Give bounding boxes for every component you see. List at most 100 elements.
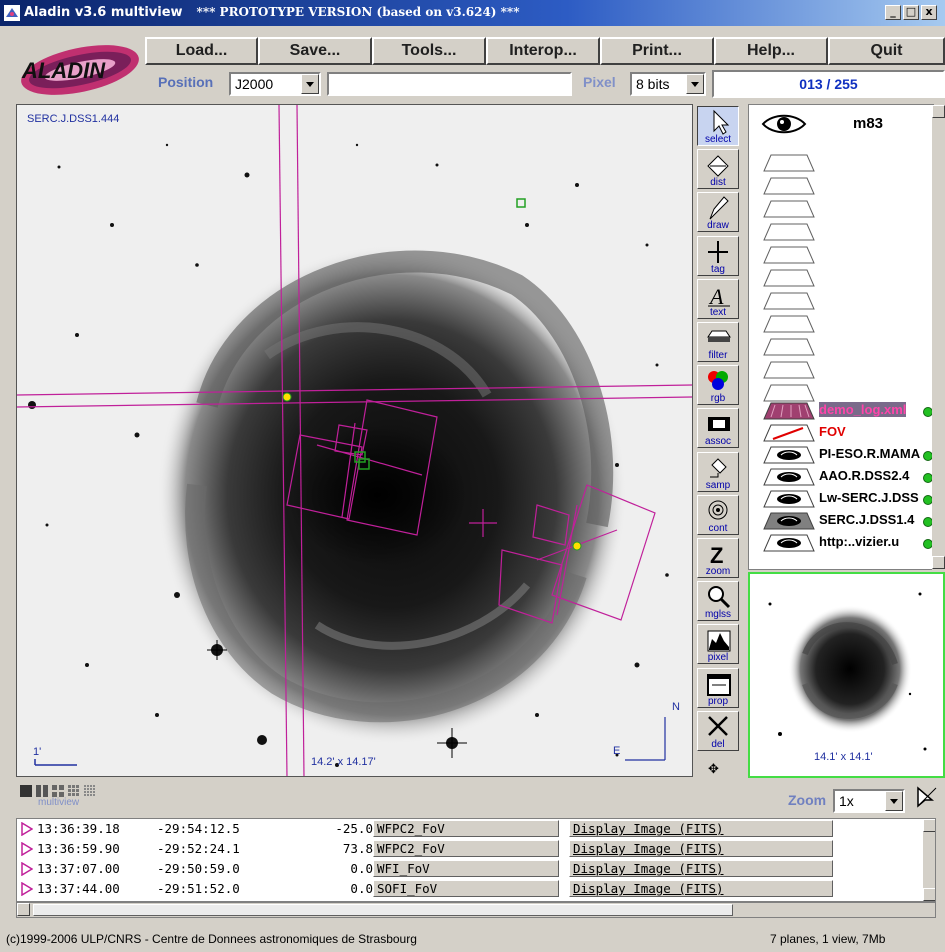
table-row[interactable]: 13:36:39.18 -29:54:12.5 -25.0 WFPC2_FoV Disp…	[17, 819, 935, 839]
cell-action[interactable]: Display Image (FITS)	[573, 881, 724, 896]
tool-samp-button[interactable]: samp	[697, 451, 739, 492]
empty-plane-slot[interactable]	[763, 291, 815, 315]
triangle-marker-icon[interactable]	[21, 862, 33, 876]
chevron-down-icon[interactable]	[686, 74, 704, 94]
empty-plane-slot[interactable]	[763, 314, 815, 338]
empty-plane-slot[interactable]	[763, 268, 815, 292]
plane-stack-panel[interactable]: m83 demo_log.xml FOV PI-ESO.R.MAMA AAO.R.DS…	[748, 104, 945, 571]
help-button[interactable]: Help...	[714, 37, 828, 65]
histogram-icon	[707, 630, 731, 652]
minimize-button[interactable]: _	[885, 5, 901, 20]
table-horizontal-scrollbar[interactable]	[16, 902, 936, 918]
cell-action[interactable]: Display Image (FITS)	[573, 861, 724, 876]
empty-plane-slot[interactable]	[763, 222, 815, 246]
empty-plane-slot[interactable]	[763, 245, 815, 269]
cell-action[interactable]: Display Image (FITS)	[573, 841, 724, 856]
plane-row[interactable]: AAO.R.DSS2.4	[763, 467, 933, 489]
chevron-down-icon[interactable]	[885, 791, 903, 811]
table-row[interactable]: 13:37:07.00 -29:50:59.0 0.0 WFI_FoV Display …	[17, 859, 935, 879]
tool-text-button[interactable]: Atext	[697, 278, 739, 319]
chevron-down-icon[interactable]	[301, 74, 319, 94]
tool-dist-button[interactable]: dist	[697, 149, 739, 190]
plane-row[interactable]: demo_log.xml	[763, 401, 933, 423]
multiview-layout-icon[interactable]	[20, 784, 120, 798]
tool-filter-button[interactable]: filter	[697, 322, 739, 362]
tool-label: filter	[708, 350, 728, 361]
triangle-marker-icon[interactable]	[21, 882, 33, 896]
measurement-table[interactable]: 13:36:39.18 -29:54:12.5 -25.0 WFPC2_FoV Disp…	[16, 818, 936, 902]
tool-rgb-button[interactable]: rgb	[697, 365, 739, 406]
zoom-pointer-icon[interactable]	[914, 784, 938, 810]
pan-handle-icon[interactable]: ✥	[708, 762, 719, 777]
sky-image[interactable]	[17, 105, 693, 777]
quit-button[interactable]: Quit	[828, 37, 945, 65]
main-image-view[interactable]: SERC.J.DSS1.444 1' 14.2' x 14.17' N E	[16, 104, 693, 777]
scroll-up-button[interactable]	[923, 819, 935, 832]
scroll-down-button[interactable]	[923, 888, 935, 901]
zoom-overview-panel[interactable]: 14.1' x 14.1'	[748, 572, 945, 778]
plane-label: demo_log.xml	[819, 402, 907, 417]
tools-button[interactable]: Tools...	[372, 37, 486, 65]
scroll-up-button[interactable]	[932, 105, 945, 118]
triangle-marker-icon[interactable]	[21, 842, 33, 856]
scroll-thumb[interactable]	[33, 904, 733, 916]
plane-row[interactable]: PI-ESO.R.MAMA	[763, 445, 933, 467]
cell-name: SOFI_FoV	[377, 881, 438, 896]
cell-dec: -29:50:59.0	[157, 861, 240, 876]
cell-dec: -29:54:12.5	[157, 821, 240, 836]
tool-label: draw	[707, 220, 729, 232]
zoom-select[interactable]: 1x	[833, 789, 905, 813]
magnifier-icon	[708, 586, 731, 609]
tool-del-button[interactable]: del	[697, 710, 739, 751]
close-button[interactable]: x	[921, 5, 937, 20]
load-button[interactable]: Load...	[145, 37, 258, 65]
position-input[interactable]	[327, 72, 572, 96]
plane-row[interactable]: SERC.J.DSS1.4	[763, 511, 933, 533]
galaxy-thumbnail[interactable]	[750, 574, 943, 776]
interop-button[interactable]: Interop...	[486, 37, 600, 65]
pencil-icon	[709, 196, 729, 220]
table-scrollbar[interactable]	[923, 819, 935, 901]
empty-plane-slot[interactable]	[763, 176, 815, 200]
delete-x-icon	[708, 715, 728, 736]
plane-row[interactable]: http:..vizier.u	[763, 533, 933, 555]
catalog-plane-icon	[763, 402, 815, 420]
cell-name: WFPC2_FoV	[377, 841, 445, 856]
tool-prop-button[interactable]: prop	[697, 667, 739, 708]
eye-icon[interactable]	[761, 111, 807, 137]
save-button[interactable]: Save...	[258, 37, 372, 65]
zoom-label: Zoom	[788, 792, 827, 808]
table-row[interactable]: 13:37:44.00 -29:51:52.0 0.0 SOFI_FoV Display…	[17, 879, 935, 899]
tool-cont-button[interactable]: cont	[697, 494, 739, 535]
frame-select[interactable]: J2000	[229, 72, 321, 96]
scroll-down-button[interactable]	[932, 556, 945, 569]
tool-mglss-button[interactable]: mglss	[697, 581, 739, 622]
north-label: N	[672, 701, 680, 713]
plane-row[interactable]: Lw-SERC.J.DSS	[763, 489, 933, 511]
tool-label: mglss	[704, 609, 732, 621]
tool-draw-button[interactable]: draw	[697, 192, 739, 233]
stack-scrollbar[interactable]	[932, 105, 945, 571]
tool-select-button[interactable]: select	[697, 106, 739, 146]
pixel-bits-select[interactable]: 8 bits	[630, 72, 706, 96]
plane-label: Lw-SERC.J.DSS	[819, 490, 919, 505]
print-button[interactable]: Print...	[600, 37, 714, 65]
empty-plane-slot[interactable]	[763, 337, 815, 361]
empty-plane-slot[interactable]	[763, 199, 815, 223]
tool-tag-button[interactable]: tag	[697, 235, 739, 276]
tool-label: text	[709, 306, 727, 318]
empty-plane-slot[interactable]	[763, 153, 815, 177]
tool-pixel-button[interactable]: pixel	[697, 624, 739, 665]
maximize-button[interactable]: □	[903, 5, 919, 20]
tool-zoom-button[interactable]: Zzoom	[697, 538, 739, 578]
multiview-selector[interactable]: multiview	[20, 783, 120, 808]
triangle-marker-icon[interactable]	[21, 822, 33, 836]
tool-assoc-button[interactable]: assoc	[697, 408, 739, 449]
plane-row[interactable]: FOV	[763, 423, 933, 445]
empty-plane-slot[interactable]	[763, 360, 815, 384]
table-row[interactable]: 13:36:59.90 -29:52:24.1 73.8 WFPC2_FoV Displ…	[17, 839, 935, 859]
scroll-left-button[interactable]	[17, 903, 30, 916]
cell-action[interactable]: Display Image (FITS)	[573, 821, 724, 836]
fov-plane-icon	[763, 424, 815, 442]
plane-label: SERC.J.DSS1.4	[819, 512, 915, 527]
